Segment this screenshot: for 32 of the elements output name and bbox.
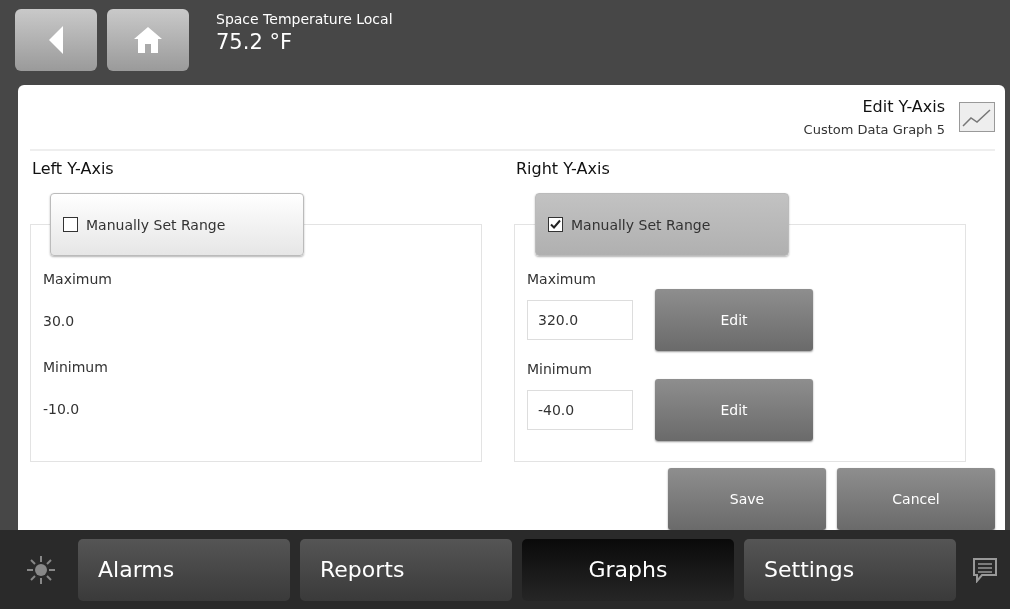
panel-subtitle: Custom Data Graph 5	[803, 122, 945, 137]
edit-button[interactable]: Edit	[655, 289, 813, 351]
sun-icon	[26, 554, 56, 585]
nav-tab[interactable]: Settings	[744, 538, 956, 601]
value-field[interactable]: 320.0	[527, 300, 633, 340]
panel-title: Edit Y-Axis	[862, 97, 945, 116]
field-label: Maximum	[527, 271, 597, 287]
save-button[interactable]: Save	[668, 468, 826, 530]
value-field[interactable]: -40.0	[527, 390, 633, 430]
back-icon	[49, 26, 63, 54]
point-value: 75.2 °F	[216, 30, 293, 54]
edit-button[interactable]: Edit	[655, 379, 813, 441]
nav-tab[interactable]: Alarms	[78, 538, 290, 601]
line-chart-icon	[959, 102, 995, 132]
home-button[interactable]	[107, 9, 189, 71]
back-button[interactable]	[15, 9, 97, 71]
cancel-button[interactable]: Cancel	[837, 468, 995, 530]
nav-tab[interactable]: Graphs	[522, 538, 734, 601]
nav-tab[interactable]: Reports	[300, 538, 512, 601]
field-label: Maximum	[43, 271, 113, 287]
manual-range-checkbox[interactable]: Manually Set Range	[535, 193, 789, 256]
value-text: -10.0	[43, 401, 81, 417]
checkmark-icon	[550, 219, 561, 230]
field-label: Minimum	[43, 359, 109, 375]
axis-title: Right Y-Axis	[516, 159, 611, 178]
field-label: Minimum	[527, 361, 593, 377]
point-name: Space Temperature Local	[216, 11, 393, 27]
axis-title: Left Y-Axis	[32, 159, 115, 178]
value-text: 30.0	[43, 313, 76, 329]
chat-icon[interactable]	[972, 556, 998, 583]
manual-range-checkbox[interactable]: Manually Set Range	[50, 193, 304, 256]
home-icon	[134, 27, 162, 53]
